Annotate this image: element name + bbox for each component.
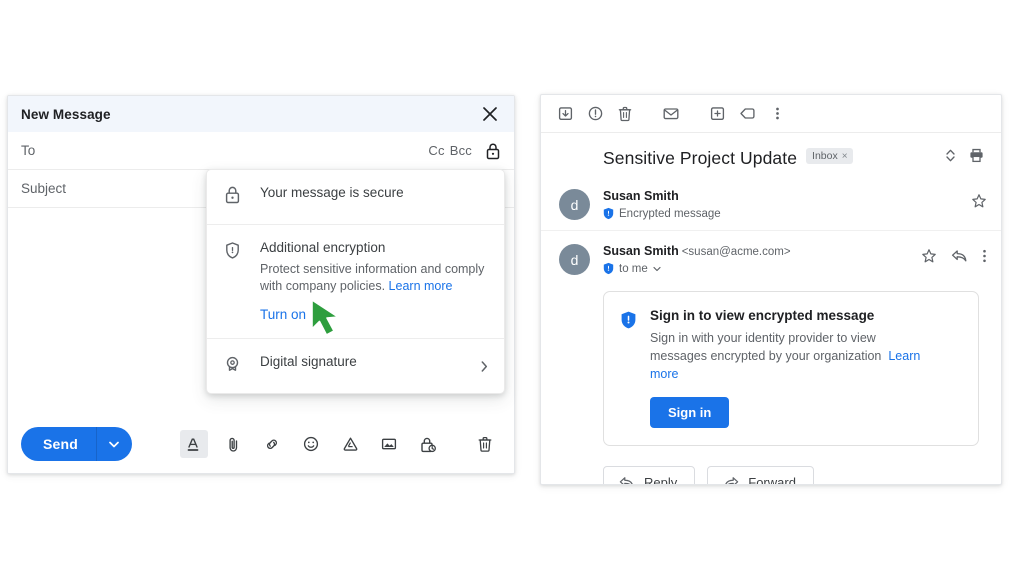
- menu-item-digital-signature[interactable]: Digital signature: [207, 338, 504, 393]
- label-chip-text: Inbox: [812, 150, 838, 162]
- reader-footer: Reply Forward: [541, 446, 1001, 485]
- message-summary-row: d Susan Smith Encrypted message: [541, 179, 1001, 230]
- lock-icon: [223, 184, 251, 210]
- shield-icon: [223, 239, 251, 324]
- lock-icon[interactable]: [485, 142, 501, 160]
- message-status-text: Encrypted message: [619, 207, 721, 220]
- recipient-line[interactable]: to me: [603, 262, 921, 275]
- print-icon[interactable]: [968, 147, 985, 169]
- menu-item-title: Digital signature: [260, 354, 357, 369]
- reader-toolbar: [541, 95, 1001, 133]
- insert-emoji-icon[interactable]: [297, 430, 325, 458]
- sender-name-text: Susan Smith: [603, 244, 679, 258]
- confidential-mode-icon[interactable]: [414, 430, 442, 458]
- compose-header: New Message: [8, 96, 514, 132]
- reader-subject-row: Sensitive Project Update Inbox ×: [541, 133, 1001, 179]
- to-label: To: [21, 143, 36, 158]
- report-spam-icon[interactable]: [581, 100, 609, 128]
- archive-icon[interactable]: [551, 100, 579, 128]
- snooze-icon[interactable]: [703, 100, 731, 128]
- to-field-right: Cc Bcc: [423, 142, 501, 160]
- cc-bcc-toggle[interactable]: Cc Bcc: [423, 143, 472, 158]
- forward-icon: [723, 476, 739, 484]
- more-options-icon[interactable]: [982, 248, 987, 269]
- send-divider: [96, 427, 98, 461]
- email-reading-pane: Sensitive Project Update Inbox × d Susan…: [540, 94, 1002, 485]
- turn-on-link[interactable]: Turn on: [260, 307, 306, 322]
- format-text-icon[interactable]: [180, 430, 208, 458]
- message-actions: [971, 189, 987, 214]
- signin-card-title: Sign in to view encrypted message: [650, 308, 875, 323]
- encrypted-shield-icon: [603, 207, 614, 220]
- sender-email: <susan@acme.com>: [681, 246, 791, 258]
- delete-icon[interactable]: [611, 100, 639, 128]
- mark-unread-icon[interactable]: [657, 100, 685, 128]
- shield-filled-icon: [620, 308, 646, 428]
- compose-footer: Send: [8, 415, 514, 473]
- security-dropdown-menu: Your message is secure Additional encryp…: [206, 169, 505, 394]
- attach-file-icon[interactable]: [219, 430, 247, 458]
- insert-drive-icon[interactable]: [336, 430, 364, 458]
- message-detail-row: d Susan Smith <susan@acme.com> to me: [541, 230, 1001, 285]
- more-options-icon[interactable]: [763, 100, 791, 128]
- chevron-down-icon[interactable]: [653, 266, 661, 272]
- recipient-text: to me: [619, 262, 648, 275]
- label-chip-inbox[interactable]: Inbox ×: [806, 148, 853, 164]
- label-chip-remove-icon[interactable]: ×: [842, 151, 848, 162]
- menu-item-body: Your message is secure: [251, 184, 488, 210]
- compose-title: New Message: [21, 106, 111, 122]
- expand-collapse-icon[interactable]: [945, 148, 956, 168]
- message-meta: Susan Smith <susan@acme.com> to me: [590, 244, 921, 275]
- send-button-label: Send: [43, 436, 79, 452]
- cc-label[interactable]: Cc: [428, 143, 444, 158]
- signin-encrypted-card: Sign in to view encrypted message Sign i…: [603, 291, 979, 446]
- compose-toolbar: [180, 430, 501, 458]
- reply-icon[interactable]: [951, 249, 968, 268]
- screenshot-stage: New Message To Cc Bcc Subject Send Your …: [0, 0, 1024, 576]
- menu-item-body: Digital signature: [251, 353, 481, 379]
- menu-item-additional-encryption[interactable]: Additional encryption Protect sensitive …: [207, 224, 504, 338]
- avatar: d: [559, 189, 590, 220]
- reader-subject-actions: [945, 147, 989, 169]
- star-icon[interactable]: [971, 193, 987, 214]
- learn-more-link[interactable]: Learn more: [389, 279, 453, 293]
- forward-button-label: Forward: [748, 475, 796, 485]
- signin-card-text: Sign in with your identity provider to v…: [650, 329, 922, 383]
- reply-icon: [619, 476, 635, 484]
- message-meta: Susan Smith Encrypted message: [590, 189, 971, 220]
- sign-in-button[interactable]: Sign in: [650, 397, 730, 428]
- page-title: Sensitive Project Update: [603, 147, 798, 168]
- digital-signature-icon: [223, 353, 251, 379]
- close-icon[interactable]: [479, 103, 501, 125]
- send-button[interactable]: Send: [21, 427, 133, 461]
- bcc-label[interactable]: Bcc: [450, 143, 472, 158]
- sender-name: Susan Smith: [603, 189, 679, 203]
- forward-button[interactable]: Forward: [707, 466, 814, 485]
- sender-name: Susan Smith <susan@acme.com>: [603, 244, 921, 258]
- subject-label: Subject: [21, 181, 67, 196]
- message-actions: [921, 244, 987, 269]
- menu-item-title: Your message is secure: [260, 185, 404, 200]
- menu-item-message-secure[interactable]: Your message is secure: [207, 170, 504, 224]
- menu-item-title: Additional encryption: [260, 240, 386, 255]
- to-field-row[interactable]: To Cc Bcc: [8, 132, 514, 170]
- chevron-right-icon: [481, 353, 488, 379]
- reply-button-label: Reply: [644, 475, 678, 485]
- avatar: d: [559, 244, 590, 275]
- star-icon[interactable]: [921, 248, 937, 269]
- encrypted-shield-icon: [603, 262, 614, 275]
- delete-draft-icon[interactable]: [471, 430, 499, 458]
- message-status: Encrypted message: [603, 207, 971, 220]
- menu-item-subtitle: Protect sensitive information and comply…: [260, 261, 488, 295]
- reply-button[interactable]: Reply: [603, 466, 696, 485]
- signin-card-body: Sign in to view encrypted message Sign i…: [646, 308, 960, 428]
- send-options-chevron-down-icon[interactable]: [97, 441, 132, 448]
- signin-card-description: Sign in with your identity provider to v…: [650, 331, 882, 363]
- insert-link-icon[interactable]: [258, 430, 286, 458]
- insert-photo-icon[interactable]: [375, 430, 403, 458]
- menu-item-body: Additional encryption Protect sensitive …: [251, 239, 488, 324]
- label-icon[interactable]: [733, 100, 761, 128]
